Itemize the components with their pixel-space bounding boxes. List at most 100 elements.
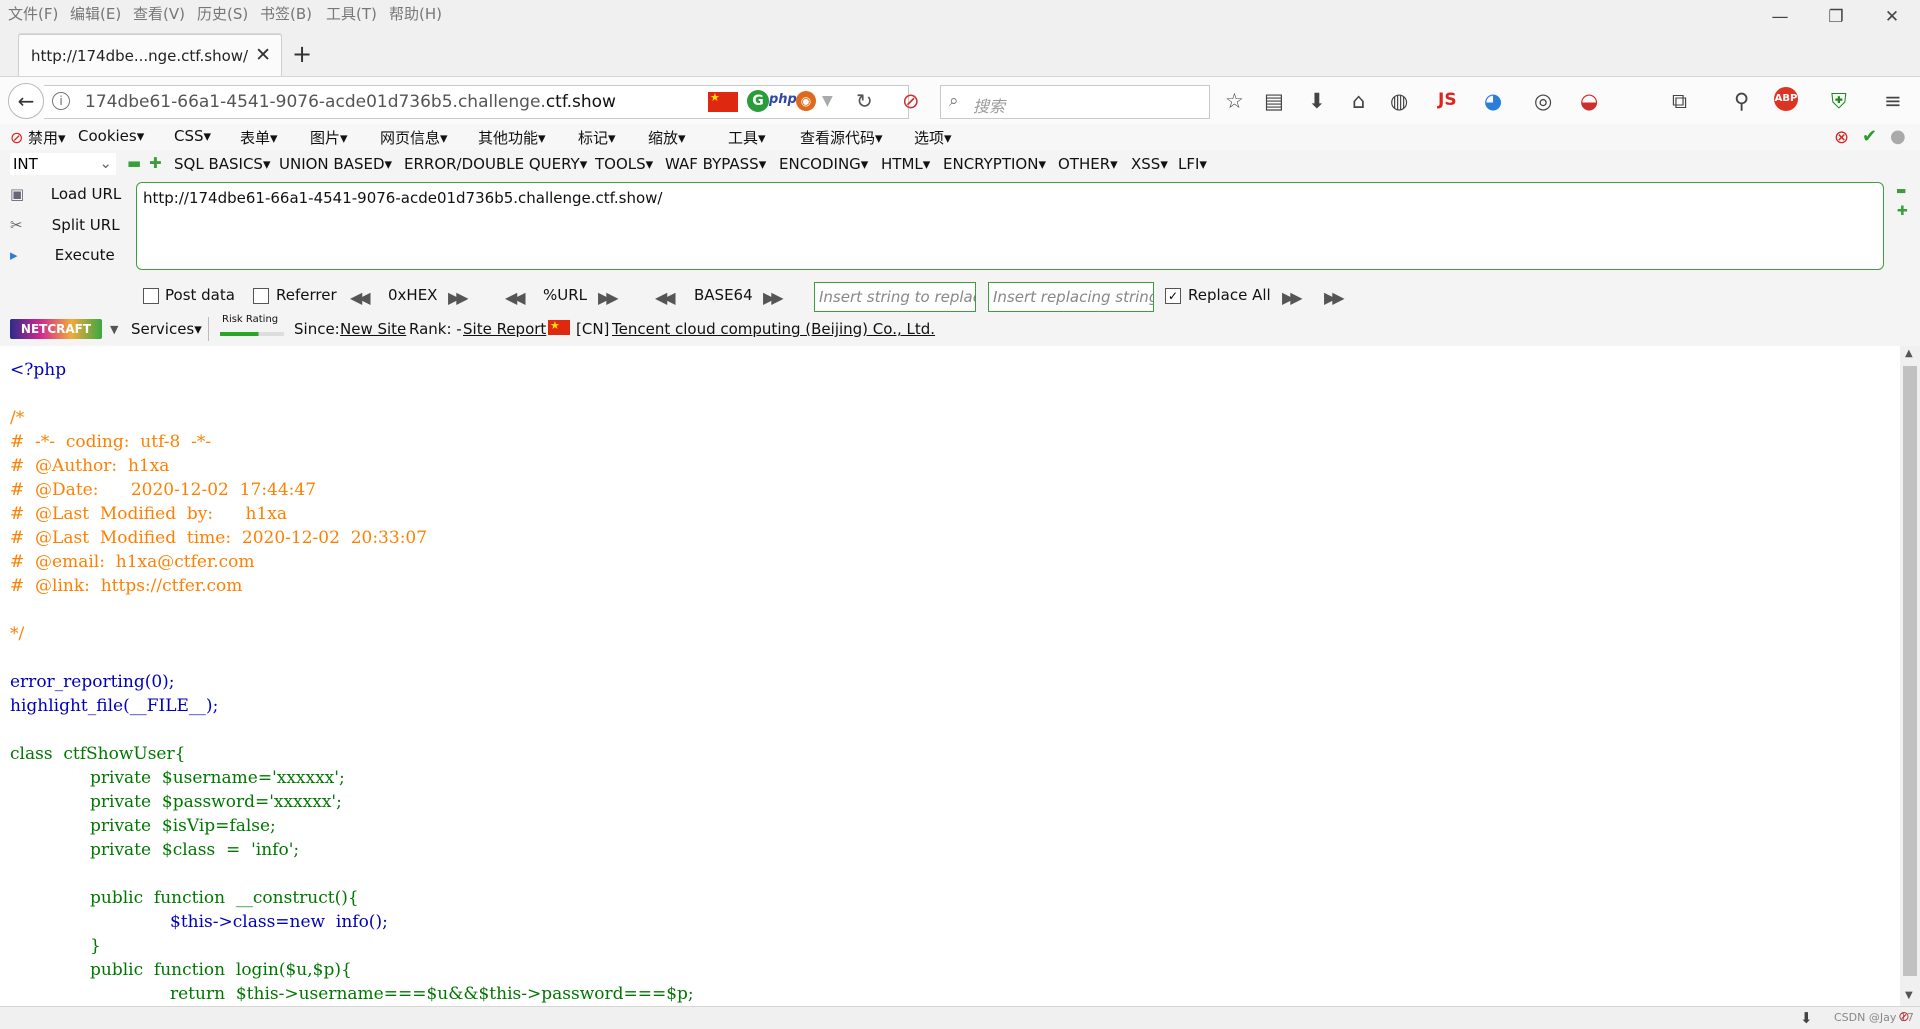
services-menu[interactable]: Services▾ (131, 320, 202, 338)
webdev-outline[interactable]: 标记▾ (578, 127, 616, 148)
replace-search-input[interactable]: Insert string to replace (814, 282, 976, 312)
load-url-button[interactable]: ▣ Load URL (10, 185, 121, 203)
new-site-link[interactable]: New Site (340, 320, 406, 338)
base64-decode-arrow-icon[interactable]: ◀◀ (655, 288, 676, 307)
tab-active[interactable]: http://174dbe...nge.ctf.show/ ✕ (18, 34, 282, 77)
menu-html[interactable]: HTML▾ (881, 155, 930, 173)
site-report-link[interactable]: Site Report (463, 320, 546, 338)
minus-icon[interactable]: ▬ (1896, 184, 1906, 197)
new-tab-button[interactable]: + (292, 40, 312, 68)
menu-other[interactable]: OTHER▾ (1058, 155, 1118, 173)
plus-icon[interactable]: ✚ (149, 154, 162, 172)
shield-icon[interactable]: ⛨ (1831, 89, 1847, 114)
translate-icon[interactable]: ◕ (1484, 89, 1502, 113)
webdev-view-source[interactable]: 查看源代码▾ (800, 127, 883, 148)
error-icon[interactable]: ⊗ (1834, 127, 1849, 148)
hackbar-icon[interactable]: ◒ (1580, 89, 1598, 113)
execute-button[interactable]: ▸ Execute (10, 246, 115, 264)
reading-list-icon[interactable]: ▤ (1264, 89, 1284, 113)
plus-icon[interactable]: ✚ (1897, 204, 1908, 219)
hamburger-menu-icon[interactable]: ≡ (1884, 89, 1902, 113)
menu-bookmarks[interactable]: 书签(B) (260, 3, 312, 24)
star-icon[interactable]: ☆ (1225, 89, 1244, 113)
g-addon-icon[interactable]: G (747, 90, 769, 112)
scrollbar-thumb[interactable] (1903, 366, 1917, 976)
circle-icon[interactable]: ● (1890, 126, 1906, 147)
webdev-images[interactable]: 图片▾ (310, 127, 348, 148)
webdev-options[interactable]: 选项▾ (914, 127, 952, 148)
menu-view[interactable]: 查看(V) (133, 3, 185, 24)
hoster-link[interactable]: Tencent cloud computing (Beijing) Co., L… (612, 320, 935, 338)
palette-icon[interactable]: ◎ (1534, 89, 1552, 113)
status-bar: ⬇ CSDN @Jay 17 ⊘ (0, 1006, 1920, 1029)
adblock-icon[interactable]: ABP (1774, 87, 1798, 111)
webdev-tools[interactable]: 工具▾ (728, 127, 766, 148)
netcraft-logo[interactable]: NETCRAFT (10, 319, 102, 339)
menu-encryption[interactable]: ENCRYPTION▾ (943, 155, 1046, 173)
scroll-down-icon[interactable]: ▼ (1905, 990, 1913, 1001)
menu-union-based[interactable]: UNION BASED▾ (279, 155, 392, 173)
webdev-resize[interactable]: 缩放▾ (648, 127, 686, 148)
url-encode-arrow-icon[interactable]: ▶▶ (598, 288, 619, 307)
replace-all-checkbox[interactable]: ✓ (1165, 288, 1181, 304)
type-select[interactable]: INT ⌄ (10, 153, 116, 175)
chevron-down-icon[interactable]: ▼ (110, 323, 118, 336)
noscript-status-icon[interactable]: ⊘ (1898, 1009, 1910, 1025)
china-flag-icon[interactable] (708, 91, 738, 112)
webdev-forms[interactable]: 表单▾ (240, 127, 278, 148)
url-text[interactable]: 174dbe61-66a1-4541-9076-acde01d736b5.cha… (85, 92, 616, 112)
page-info-icon[interactable]: ⧉ (1672, 89, 1687, 114)
referrer-checkbox[interactable] (253, 288, 269, 304)
webdev-misc[interactable]: 其他功能▾ (478, 127, 546, 148)
back-button[interactable]: ← (8, 83, 44, 119)
noscript-icon[interactable]: ⊘ (902, 89, 920, 113)
magnifier-icon[interactable]: ⚲ (1734, 89, 1749, 113)
replace-next-arrow-icon[interactable]: ▶▶ (1324, 288, 1345, 307)
replace-with-input[interactable]: Insert replacing string (988, 282, 1154, 312)
download-icon[interactable]: ⬇ (1308, 89, 1326, 113)
menu-tools[interactable]: 工具(T) (326, 3, 377, 24)
home-icon[interactable]: ⌂ (1352, 89, 1365, 113)
download-icon[interactable]: ⬇ (1800, 1009, 1813, 1027)
reload-icon[interactable]: ↻ (856, 89, 873, 113)
url-decode-arrow-icon[interactable]: ◀◀ (505, 288, 526, 307)
check-icon[interactable]: ✔ (1862, 126, 1877, 147)
webdev-css[interactable]: CSS▾ (174, 127, 211, 145)
menu-help[interactable]: 帮助(H) (389, 3, 442, 24)
hex-decode-arrow-icon[interactable]: ◀◀ (350, 288, 371, 307)
php-icon[interactable]: php (769, 92, 797, 107)
menu-xss[interactable]: XSS▾ (1131, 155, 1168, 173)
url-textarea[interactable]: http://174dbe61-66a1-4541-9076-acde01d73… (136, 182, 1884, 270)
replace-go-arrow-icon[interactable]: ▶▶ (1282, 288, 1303, 307)
since-label: Since: (294, 320, 340, 338)
base64-encode-arrow-icon[interactable]: ▶▶ (763, 288, 784, 307)
info-icon[interactable]: i (52, 92, 70, 110)
menu-file[interactable]: 文件(F) (8, 3, 58, 24)
globe-icon[interactable]: ◍ (1390, 89, 1408, 113)
vertical-scrollbar[interactable]: ▲ ▼ (1900, 346, 1920, 1006)
ubuntu-icon[interactable]: ◉ (796, 91, 816, 111)
js-icon[interactable]: JS (1438, 90, 1457, 110)
menu-edit[interactable]: 编辑(E) (70, 3, 121, 24)
menu-history[interactable]: 历史(S) (197, 3, 248, 24)
scroll-up-icon[interactable]: ▲ (1905, 348, 1913, 359)
minus-icon[interactable]: ▬ (127, 154, 141, 172)
menu-waf-bypass[interactable]: WAF BYPASS▾ (665, 155, 766, 173)
menu-error-double-query[interactable]: ERROR/DOUBLE QUERY▾ (404, 155, 587, 173)
webdev-disable[interactable]: 禁用▾ (28, 127, 66, 148)
tab-close-icon[interactable]: ✕ (255, 44, 271, 66)
search-box[interactable]: ⌕ 搜索 (940, 85, 1210, 119)
webdev-cookies[interactable]: Cookies▾ (78, 127, 144, 145)
menu-encoding[interactable]: ENCODING▾ (779, 155, 868, 173)
menu-lfi[interactable]: LFI▾ (1178, 155, 1207, 173)
chevron-down-icon[interactable]: ▼ (822, 93, 833, 109)
webdev-page-info[interactable]: 网页信息▾ (380, 127, 448, 148)
menu-sql-basics[interactable]: SQL BASICS▾ (174, 155, 270, 173)
hex-label: 0xHEX (388, 286, 438, 304)
hex-encode-arrow-icon[interactable]: ▶▶ (448, 288, 469, 307)
split-url-button[interactable]: ✂ Split URL (10, 216, 120, 234)
post-data-checkbox[interactable] (143, 288, 159, 304)
menu-tools-hb[interactable]: TOOLS▾ (595, 155, 653, 173)
url-bar[interactable]: i 174dbe61-66a1-4541-9076-acde01d736b5.c… (44, 85, 909, 119)
scissors-icon: ✂ (10, 216, 23, 234)
